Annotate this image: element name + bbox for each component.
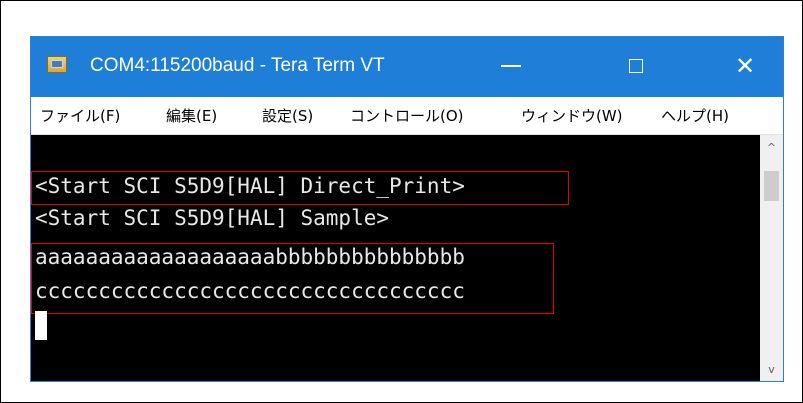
menu-item-edit[interactable]: 編集(E) <box>166 106 217 126</box>
minimize-icon <box>501 65 521 67</box>
close-button[interactable]: ✕ <box>715 45 775 87</box>
menu-bar: ファイル(F) 編集(E) 設定(S) コントロール(O) ウィンドウ(W) ヘ… <box>31 97 783 135</box>
title-bar[interactable]: COM4:115200baud - Tera Term VT ✕ <box>31 37 783 97</box>
tera-term-app-icon[interactable] <box>47 56 67 73</box>
tera-term-window: COM4:115200baud - Tera Term VT ✕ ファイル(F)… <box>30 36 784 382</box>
close-icon: ✕ <box>734 52 756 80</box>
maximize-button[interactable] <box>606 45 666 87</box>
maximize-icon <box>629 59 643 73</box>
menu-item-control[interactable]: コントロール(O) <box>350 106 464 126</box>
menu-item-help[interactable]: ヘルプ(H) <box>661 106 729 126</box>
terminal-screen[interactable]: <Start SCI S5D9[HAL] Direct_Print> <Star… <box>31 135 760 381</box>
terminal-cursor <box>35 311 47 340</box>
terminal-line-sample: <Start SCI S5D9[HAL] Sample> <box>35 206 390 230</box>
vertical-scrollbar[interactable]: ^ v <box>760 135 783 381</box>
screenshot-frame: COM4:115200baud - Tera Term VT ✕ ファイル(F)… <box>0 0 803 403</box>
scrollbar-thumb[interactable] <box>764 171 779 201</box>
menu-item-file[interactable]: ファイル(F) <box>40 106 120 126</box>
highlight-box-output <box>31 243 554 314</box>
chevron-down-icon[interactable]: v <box>760 359 783 379</box>
chevron-up-icon[interactable]: ^ <box>760 137 783 157</box>
minimize-button[interactable] <box>481 45 541 87</box>
window-title: COM4:115200baud - Tera Term VT <box>90 55 385 76</box>
highlight-box-direct-print <box>31 171 569 205</box>
menu-item-window[interactable]: ウィンドウ(W) <box>521 106 623 126</box>
menu-item-setup[interactable]: 設定(S) <box>262 106 313 126</box>
